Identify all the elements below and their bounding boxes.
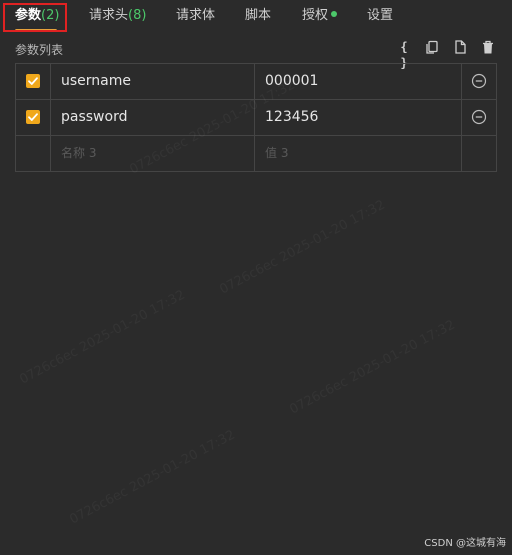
tab-auth[interactable]: 授权	[302, 0, 338, 34]
table-row: password 123456	[16, 100, 496, 136]
new-param-value-input[interactable]: 值 3	[255, 136, 462, 171]
params-table: username 000001 password 123456 名称 3 值 3	[15, 63, 497, 172]
braces-icon[interactable]: { }	[396, 39, 412, 70]
auth-status-dot	[331, 11, 338, 17]
row-action-cell	[462, 64, 496, 99]
row-action-cell	[462, 136, 496, 171]
request-tabs: 参数(2) 请求头(8) 请求体 脚本 授权 设置	[0, 0, 512, 34]
tab-highlight-box	[3, 3, 67, 32]
tab-body[interactable]: 请求体	[176, 0, 215, 34]
watermark-text: 0726c6ec 2025-01-20 17:32	[17, 287, 187, 387]
trash-icon[interactable]	[480, 39, 496, 55]
row-action-cell	[462, 100, 496, 135]
param-name: username	[61, 73, 131, 89]
tab-label: 设置	[367, 8, 394, 23]
file-icon[interactable]	[452, 39, 468, 55]
watermark-text: 0726c6ec 2025-01-20 17:32	[217, 197, 387, 297]
remove-row-icon[interactable]	[471, 73, 487, 89]
tab-label: 请求体	[176, 8, 216, 23]
watermark-text: 0726c6ec 2025-01-20 17:32	[67, 427, 237, 527]
table-row: username 000001	[16, 64, 496, 100]
table-row-new: 名称 3 值 3	[16, 136, 496, 171]
copy-icon[interactable]	[424, 39, 440, 55]
row-enabled-checkbox[interactable]	[26, 74, 40, 88]
param-name: password	[61, 109, 128, 125]
param-value: 000001	[265, 73, 319, 89]
param-value: 123456	[265, 109, 319, 125]
param-name-cell[interactable]: username	[51, 64, 255, 99]
tab-settings[interactable]: 设置	[367, 0, 393, 34]
credit-label: CSDN @这城有海	[424, 538, 506, 549]
new-param-name-input[interactable]: 名称 3	[51, 136, 255, 171]
value-placeholder: 值 3	[265, 146, 289, 160]
remove-row-icon[interactable]	[471, 109, 487, 125]
row-check-cell	[16, 64, 51, 99]
row-enabled-checkbox[interactable]	[26, 110, 40, 124]
tab-scripts[interactable]: 脚本	[245, 0, 271, 34]
tab-count: (8)	[128, 8, 147, 23]
row-check-cell	[16, 100, 51, 135]
tab-label: 脚本	[245, 8, 272, 23]
tab-headers[interactable]: 请求头(8)	[89, 0, 146, 34]
param-name-cell[interactable]: password	[51, 100, 255, 135]
tab-label: 请求头	[89, 8, 129, 23]
param-value-cell[interactable]: 000001	[255, 64, 462, 99]
watermark-text: 0726c6ec 2025-01-20 17:32	[287, 317, 457, 417]
row-check-cell	[16, 136, 51, 171]
param-value-cell[interactable]: 123456	[255, 100, 462, 135]
name-placeholder: 名称 3	[61, 146, 97, 160]
tab-label: 授权	[302, 8, 329, 23]
api-params-panel: 参数(2) 请求头(8) 请求体 脚本 授权 设置 参数列表 { } usern…	[0, 0, 512, 555]
section-title: 参数列表	[15, 43, 64, 57]
